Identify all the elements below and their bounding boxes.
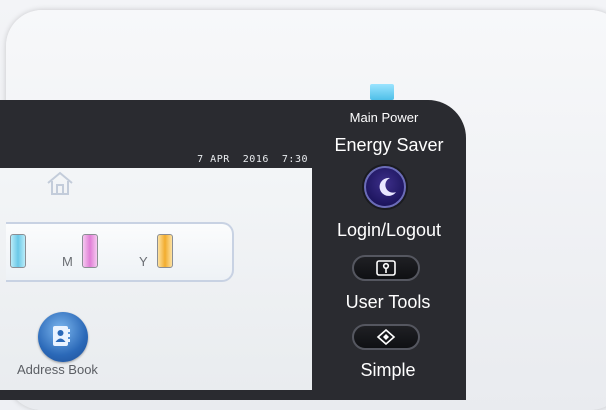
moon-icon <box>379 177 396 196</box>
toner-status-panel: M Y <box>6 222 234 282</box>
magenta-label: M <box>62 254 73 269</box>
energy-saver-label: Energy Saver <box>334 135 444 155</box>
main-power-indicator <box>370 84 394 100</box>
user-tools-button[interactable] <box>352 324 420 350</box>
user-tools-label: User Tools <box>345 292 431 312</box>
login-logout-label: Login/Logout <box>336 220 442 240</box>
energy-saver-button[interactable] <box>364 166 406 208</box>
home-icon[interactable] <box>45 170 75 196</box>
main-power-label: Main Power <box>349 110 419 125</box>
diamond-icon <box>376 329 396 345</box>
simple-label: Simple <box>360 360 416 380</box>
status-bar: 7 APR 2016 7:30 <box>0 150 312 168</box>
cyan-cartridge <box>10 234 26 268</box>
yellow-label: Y <box>139 254 148 269</box>
address-book-icon <box>53 326 70 346</box>
address-book-label: Address Book <box>17 362 98 377</box>
login-logout-button[interactable] <box>352 255 420 281</box>
key-icon <box>376 260 396 276</box>
address-book-button[interactable] <box>38 312 88 362</box>
yellow-cartridge <box>157 234 173 268</box>
datetime-readout: 7 APR 2016 7:30 <box>197 154 308 165</box>
magenta-cartridge <box>82 234 98 268</box>
